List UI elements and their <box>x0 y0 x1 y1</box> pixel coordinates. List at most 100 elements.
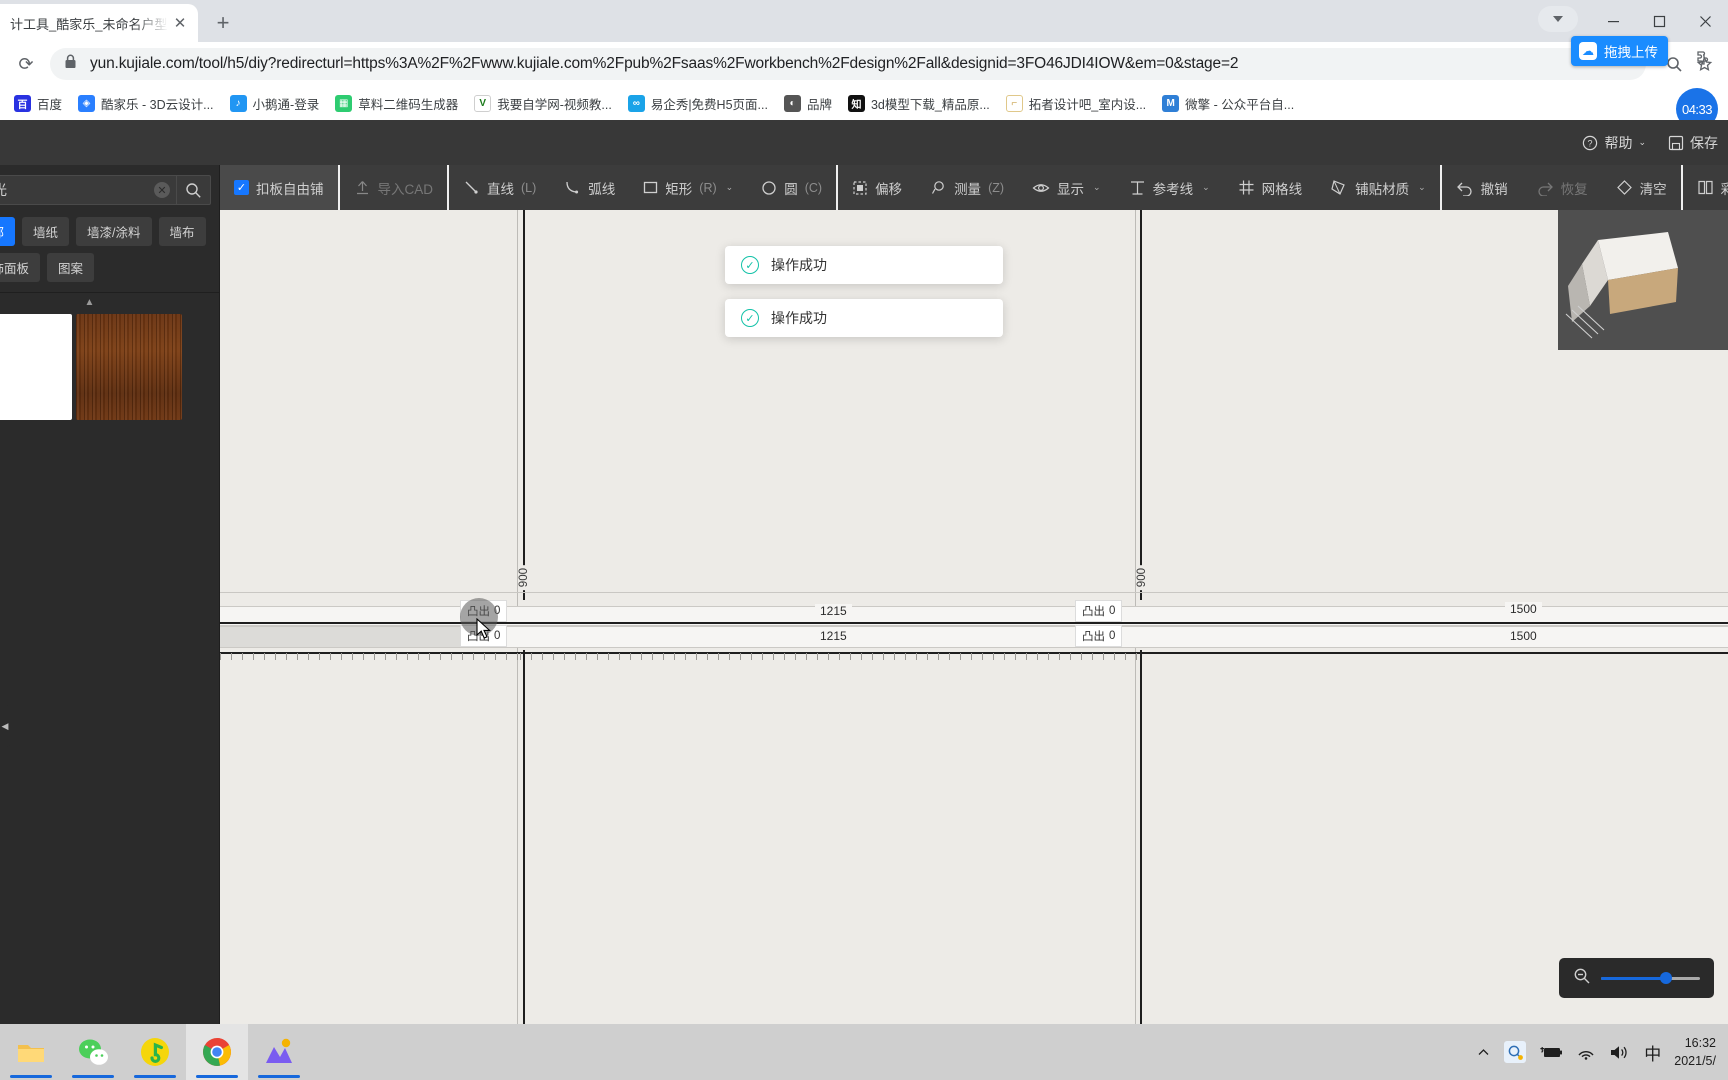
toolbar-line[interactable]: 直线 (L) <box>449 165 550 210</box>
bookmark-item[interactable]: ∞ 易企秀|免费H5页面... <box>620 91 776 116</box>
toolbar-paint-material[interactable]: 铺贴材质 ⌄ <box>1316 165 1440 210</box>
help-button[interactable]: ? 帮助 ⌄ <box>1582 133 1646 153</box>
toolbar-arc[interactable]: 弧线 <box>550 165 629 210</box>
taskbar-app-explorer[interactable] <box>0 1024 62 1080</box>
chevron-up-icon[interactable]: ▲ <box>0 293 219 314</box>
toolbar-offset[interactable]: 偏移 <box>838 165 916 210</box>
bookmark-favicon: 知 <box>847 94 865 112</box>
bookmark-item[interactable]: 百 百度 <box>6 91 70 116</box>
bookmark-item[interactable]: 知 3d模型下载_精品原... <box>840 91 998 116</box>
close-window-button[interactable] <box>1682 0 1728 42</box>
bookmark-item[interactable]: ◈ 酷家乐 - 3D云设计... <box>70 91 222 116</box>
bookmark-favicon: 百 <box>14 94 31 112</box>
toolbar-undo[interactable]: 撤销 <box>1442 165 1522 210</box>
dimension-label-vertical: 900 <box>1136 565 1148 591</box>
taskbar-clock[interactable]: 16:32 2021/5/ <box>1674 1034 1716 1070</box>
toolbar-rect-hotkey: (R) <box>699 180 717 195</box>
line-icon <box>465 181 478 194</box>
preview-3d-panel[interactable] <box>1558 210 1728 350</box>
checkbox-icon[interactable]: ✓ <box>234 180 249 195</box>
chevron-down-icon[interactable]: ⌄ <box>1202 182 1210 193</box>
taskbar-running-underline <box>72 1075 114 1078</box>
toolbar-undo-label: 撤销 <box>1480 181 1508 197</box>
toolbar-clear[interactable]: 清空 <box>1602 165 1681 210</box>
close-icon[interactable]: ✕ <box>170 13 190 33</box>
battery-icon[interactable] <box>1539 1045 1563 1060</box>
chip-pattern[interactable]: 图案 <box>47 253 95 282</box>
bookmark-item[interactable]: ♪ 小鹅通-登录 <box>222 91 328 116</box>
reload-icon[interactable]: ⟳ <box>10 48 42 80</box>
chip-all[interactable]: 全部 <box>0 217 16 246</box>
search-bubble-icon[interactable] <box>1504 1041 1527 1063</box>
paint-material-icon <box>1331 180 1345 195</box>
search-input[interactable]: 珠光 ✕ <box>0 175 211 205</box>
taskbar-running-underline <box>196 1075 238 1078</box>
bookmark-item[interactable]: V 我要自学网-视频教... <box>466 91 620 116</box>
magnifier-minus-icon[interactable] <box>1573 967 1591 990</box>
taskbar-app-chrome[interactable] <box>186 1024 248 1080</box>
toolbar-display[interactable]: 显示 ⌄ <box>1018 165 1115 210</box>
toolbar-rect[interactable]: 矩形 (R) ⌄ <box>629 165 747 210</box>
search-icon[interactable] <box>176 176 210 204</box>
clear-icon[interactable]: ✕ <box>154 182 170 198</box>
sidebar-collapse-handle[interactable]: ◀ <box>0 705 10 747</box>
zoom-slider-track[interactable] <box>1601 972 1700 984</box>
toolbar-redo[interactable]: 恢复 <box>1522 165 1602 210</box>
check-circle-icon: ✓ <box>741 309 759 327</box>
extrude-tag[interactable]: 凸出 0 <box>1075 600 1123 622</box>
toolbar-colormap[interactable]: 彩图 <box>1683 165 1728 210</box>
extensions-puzzle-icon[interactable] <box>1693 50 1712 74</box>
omnibox-row: ⟳ yun.kujiale.com/tool/h5/diy?redirectur… <box>0 42 1728 86</box>
chip-wallcloth[interactable]: 墙布 <box>158 217 206 246</box>
toolbar-clear-label: 清空 <box>1639 181 1667 197</box>
toolbar-guideline[interactable]: 参考线 ⌄ <box>1115 165 1224 210</box>
chip-wallpaper[interactable]: 墙纸 <box>22 217 70 246</box>
taskbar-app-qqmusic[interactable] <box>124 1024 186 1080</box>
chevron-down-icon[interactable]: ⌄ <box>1093 182 1101 193</box>
browser-tab[interactable]: 计工具_酷家乐_未命名户型图 ✕ <box>0 4 198 42</box>
toolbar-group-freelay: ✓ 扣板自由铺 <box>220 165 340 210</box>
toolbar-import-cad[interactable]: 导入CAD <box>340 165 448 210</box>
toolbar-measure-label: 测量 <box>954 181 982 197</box>
chevron-up-icon[interactable] <box>1476 1045 1491 1060</box>
svg-text:?: ? <box>1588 138 1593 148</box>
ime-indicator[interactable]: 中 <box>1644 1040 1661 1065</box>
chevron-down-icon[interactable]: ⌄ <box>726 182 734 193</box>
chevron-down-icon: ⌄ <box>1638 137 1646 147</box>
zoom-slider-knob[interactable] <box>1660 972 1673 984</box>
toolbar-circle[interactable]: 圆 (C) <box>747 165 836 210</box>
design-canvas[interactable]: 900 900 1064 1064 1215 1500 1215 1500 凸出… <box>220 210 1728 1024</box>
taskbar-app-kujiale[interactable] <box>248 1024 310 1080</box>
toolbar-group-import: 导入CAD <box>340 165 450 210</box>
bookmark-item[interactable]: ⌐ 拓者设计吧_室内设... <box>998 91 1154 116</box>
volume-icon[interactable] <box>1609 1044 1631 1061</box>
chip-paint[interactable]: 墙漆/涂料 <box>76 217 152 246</box>
taskbar-app-wechat[interactable] <box>62 1024 124 1080</box>
tab-title: 计工具_酷家乐_未命名户型图 <box>10 16 170 32</box>
clear-diamond-icon <box>1616 180 1632 195</box>
new-tab-button[interactable]: + <box>206 6 240 40</box>
chevron-down-icon[interactable]: ⌄ <box>1418 182 1426 193</box>
bookmark-item[interactable]: ◐ 品牌 <box>776 91 840 116</box>
address-bar[interactable]: yun.kujiale.com/tool/h5/diy?redirecturl=… <box>50 48 1646 80</box>
material-swatch-wood[interactable] <box>76 314 182 420</box>
music-note-icon <box>141 1038 169 1066</box>
wifi-icon[interactable] <box>1576 1044 1596 1060</box>
save-button[interactable]: 保存 <box>1668 133 1718 153</box>
bookmarks-bar: 百 百度 ◈ 酷家乐 - 3D云设计... ♪ 小鹅通-登录 ▦ 草料二维码生成… <box>0 86 1728 120</box>
extrude-tag[interactable]: 凸出 0 <box>1075 625 1123 647</box>
upload-extension-pill[interactable]: ☁ 拖拽上传 <box>1571 36 1668 66</box>
toolbar-measure[interactable]: 测量 (Z) <box>916 165 1018 210</box>
profile-chip[interactable] <box>1538 6 1578 32</box>
bookmark-favicon: ♪ <box>229 94 247 112</box>
upload-extension-label: 拖拽上传 <box>1604 45 1658 60</box>
guideline-icon <box>1130 180 1144 195</box>
toolbar-grid-label: 网格线 <box>1261 181 1303 197</box>
toolbar-grid[interactable]: 网格线 <box>1224 165 1317 210</box>
chip-wood-panel[interactable]: 木饰面板 <box>0 253 41 282</box>
bookmark-item[interactable]: M 微擎 - 公众平台自... <box>1154 91 1302 116</box>
toolbar-free-lay[interactable]: ✓ 扣板自由铺 <box>220 165 338 210</box>
material-swatch-white[interactable] <box>0 314 72 420</box>
zoom-control[interactable] <box>1559 958 1714 998</box>
bookmark-item[interactable]: ▦ 草料二维码生成器 <box>327 91 466 116</box>
